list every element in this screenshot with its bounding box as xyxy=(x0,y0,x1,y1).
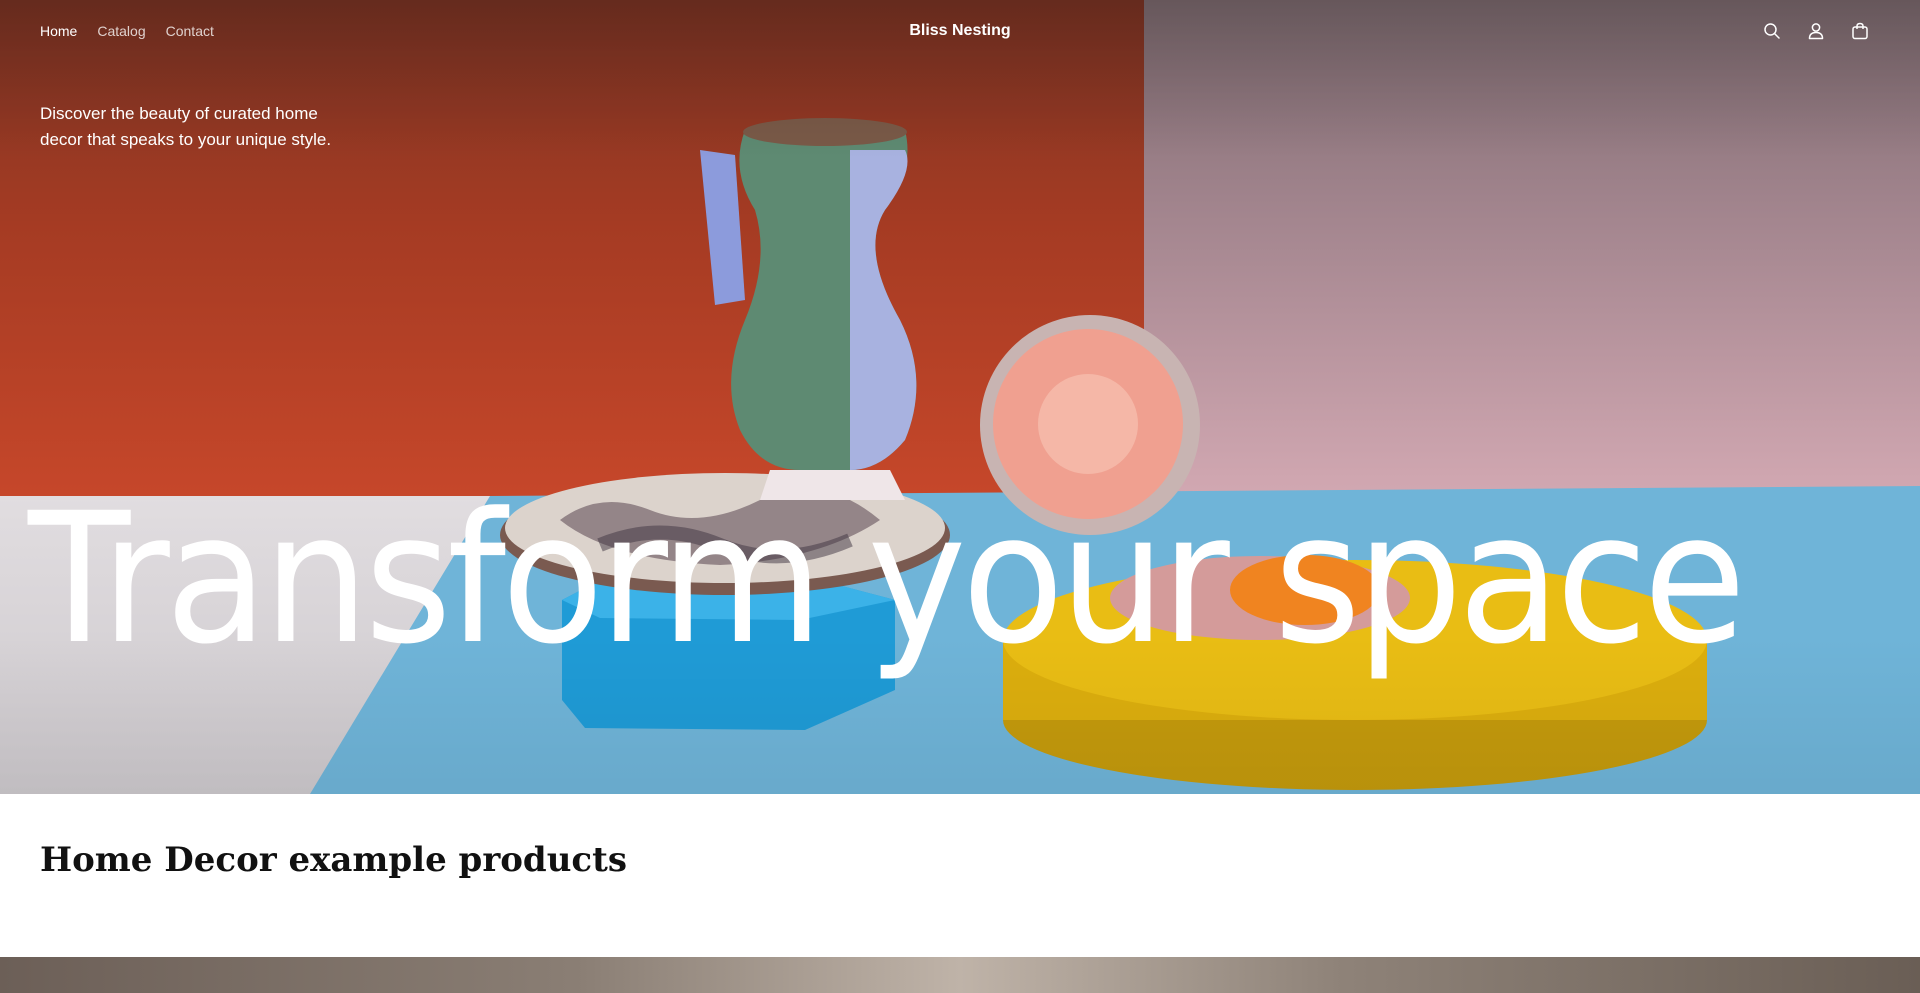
header-icons xyxy=(1762,21,1870,41)
hero-title: Transform your space xyxy=(28,475,1746,684)
brand-container: Bliss Nesting xyxy=(0,22,1920,40)
site-header: Home Catalog Contact Bliss Nesting xyxy=(0,0,1920,64)
search-icon[interactable] xyxy=(1762,21,1782,41)
hero-tagline: Discover the beauty of curated home deco… xyxy=(40,104,332,149)
account-icon[interactable] xyxy=(1806,21,1826,41)
section-title: Home Decor example products xyxy=(40,840,627,880)
hero-banner: Home Catalog Contact Bliss Nesting Disco… xyxy=(0,0,1920,794)
product-image-strip xyxy=(0,957,1920,993)
cart-icon[interactable] xyxy=(1850,21,1870,41)
brand-logo-text[interactable]: Bliss Nesting xyxy=(909,22,1010,39)
